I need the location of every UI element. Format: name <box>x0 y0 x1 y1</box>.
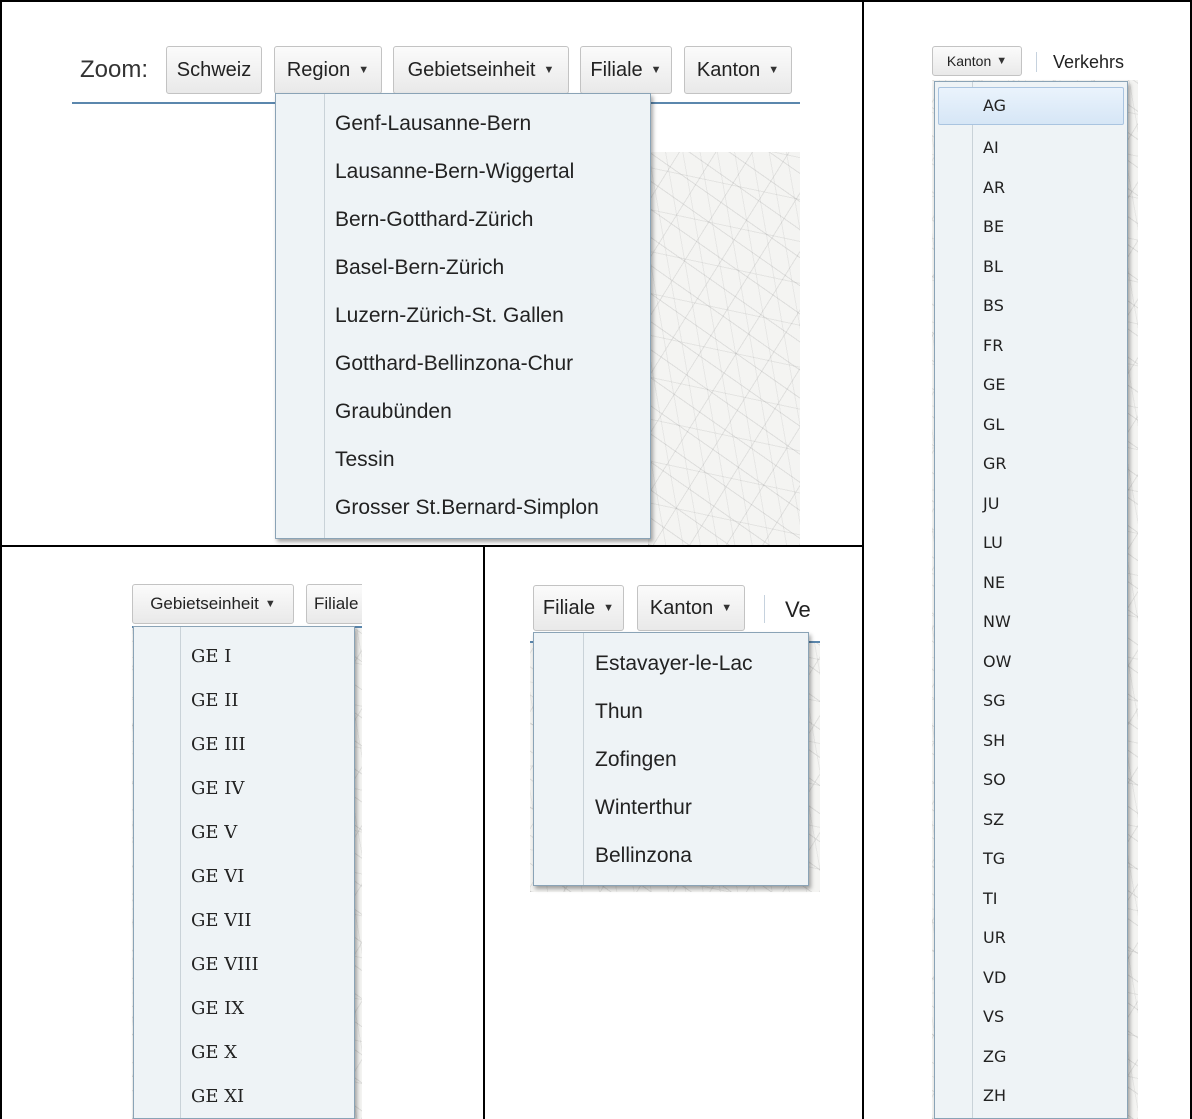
panel-clip-mask <box>362 547 483 1119</box>
kanton-button-label: Kanton <box>649 596 714 619</box>
dropdown-caret-icon: ▼ <box>603 602 615 614</box>
filiale-dropdown-panel: Filiale ▼ Kanton ▼ Ve Estavayer-le-Lac T… <box>485 547 862 1119</box>
kanton-menu-item[interactable]: AR <box>935 178 1127 197</box>
region-menu: Genf-Lausanne-Bern Lausanne-Bern-Wiggert… <box>275 93 651 539</box>
schweiz-button-label: Schweiz <box>176 58 252 81</box>
region-menu-item[interactable]: Gotthard-Bellinzona-Chur <box>276 352 650 376</box>
gebietseinheit-menu-item[interactable]: GE IX <box>134 998 354 1019</box>
region-menu-item[interactable]: Genf-Lausanne-Bern <box>276 112 650 136</box>
kanton-menu-item[interactable]: VD <box>935 968 1127 987</box>
filiale-button-label: Filiale <box>590 58 643 81</box>
kanton-menu-item[interactable]: BS <box>935 296 1127 315</box>
region-menu-item[interactable]: Graubünden <box>276 400 650 424</box>
dropdown-caret-icon: ▼ <box>358 64 370 76</box>
verkehrs-label-truncated: Verkehrs <box>1053 52 1125 72</box>
gebietseinheit-dropdown-panel: Gebietseinheit ▼ Filiale GE I GE II GE I… <box>2 547 483 1119</box>
kanton-menu-item[interactable]: NW <box>935 612 1127 631</box>
kanton-menu-item[interactable]: TI <box>935 889 1127 908</box>
kanton-button[interactable]: Kanton ▼ <box>932 46 1022 76</box>
region-menu-item[interactable]: Basel-Bern-Zürich <box>276 256 650 280</box>
filiale-menu-item[interactable]: Thun <box>534 700 808 724</box>
kanton-button[interactable]: Kanton ▼ <box>637 585 745 631</box>
kanton-menu-item[interactable]: TG <box>935 849 1127 868</box>
region-dropdown-panel: Zoom: Schweiz Region ▼ Gebietseinheit ▼ … <box>2 2 862 545</box>
kanton-menu-item[interactable]: GR <box>935 454 1127 473</box>
map-background <box>648 152 800 545</box>
filiale-menu-item[interactable]: Bellinzona <box>534 844 808 868</box>
kanton-button[interactable]: Kanton ▼ <box>684 46 792 94</box>
panel-clip-mask <box>1138 2 1190 1119</box>
toolbar-separator <box>764 595 765 623</box>
kanton-menu-item[interactable]: VS <box>935 1007 1127 1026</box>
dropdown-caret-icon: ▼ <box>650 64 662 76</box>
kanton-menu-item[interactable]: SG <box>935 691 1127 710</box>
dropdown-caret-icon: ▼ <box>721 602 733 614</box>
dropdown-caret-icon: ▼ <box>264 598 276 610</box>
schweiz-button[interactable]: Schweiz <box>166 46 262 94</box>
kanton-menu-item[interactable]: GL <box>935 415 1127 434</box>
region-button-label: Region <box>286 58 351 81</box>
gebietseinheit-menu-item[interactable]: GE V <box>134 822 354 843</box>
region-button[interactable]: Region ▼ <box>274 46 382 94</box>
kanton-menu-item-selected[interactable]: AG <box>938 87 1124 125</box>
kanton-menu-item[interactable]: NE <box>935 573 1127 592</box>
menu-icon-gutter <box>935 82 973 1118</box>
kanton-menu-item[interactable]: BE <box>935 217 1127 236</box>
kanton-menu: AG AI AR BE BL BS FR GE GL GR JU LU NE N… <box>934 81 1128 1119</box>
verkehrs-label-truncated: Ve <box>785 597 811 622</box>
kanton-menu-item[interactable]: OW <box>935 652 1127 671</box>
gebietseinheit-menu-item[interactable]: GE XI <box>134 1086 354 1107</box>
kanton-menu-item[interactable]: AI <box>935 138 1127 157</box>
filiale-button-label: Filiale <box>314 594 359 613</box>
filiale-button-label: Filiale <box>542 596 596 619</box>
toolbar-separator <box>1036 52 1037 72</box>
gebietseinheit-menu-item[interactable]: GE I <box>134 646 354 667</box>
filiale-menu-item[interactable]: Winterthur <box>534 796 808 820</box>
kanton-menu-item[interactable]: GE <box>935 375 1127 394</box>
kanton-menu-item[interactable]: JU <box>935 494 1127 513</box>
kanton-menu-item[interactable]: SZ <box>935 810 1127 829</box>
kanton-menu-item[interactable]: SH <box>935 731 1127 750</box>
filiale-button[interactable]: Filiale ▼ <box>533 585 624 631</box>
gebietseinheit-menu-item[interactable]: GE II <box>134 690 354 711</box>
zoom-label: Zoom: <box>80 56 149 83</box>
kanton-dropdown-panel: Kanton ▼ Verkehrs AG AI AR BE BL BS FR G… <box>864 2 1190 1119</box>
region-menu-item[interactable]: Luzern-Zürich-St. Gallen <box>276 304 650 328</box>
gebietseinheit-menu-item[interactable]: GE III <box>134 734 354 755</box>
kanton-button-label: Kanton <box>696 58 761 81</box>
gebietseinheit-button-label: Gebietseinheit <box>150 594 259 613</box>
filiale-button[interactable]: Filiale ▼ <box>580 46 672 94</box>
gebietseinheit-menu-item[interactable]: GE IV <box>134 778 354 799</box>
kanton-menu-item[interactable]: ZG <box>935 1047 1127 1066</box>
kanton-menu-item[interactable]: UR <box>935 928 1127 947</box>
gebietseinheit-menu-item[interactable]: GE VI <box>134 866 354 887</box>
dropdown-caret-icon: ▼ <box>996 55 1008 67</box>
gebietseinheit-menu-item[interactable]: GE VII <box>134 910 354 931</box>
dropdown-caret-icon: ▼ <box>768 64 780 76</box>
filiale-menu: Estavayer-le-Lac Thun Zofingen Winterthu… <box>533 632 809 886</box>
gebietseinheit-menu-item[interactable]: GE VIII <box>134 954 354 975</box>
kanton-menu-item[interactable]: LU <box>935 533 1127 552</box>
region-menu-item[interactable]: Tessin <box>276 448 650 472</box>
filiale-menu-item[interactable]: Estavayer-le-Lac <box>534 652 808 676</box>
gebietseinheit-menu: GE I GE II GE III GE IV GE V GE VI GE VI… <box>133 626 355 1119</box>
gebietseinheit-menu-item[interactable]: GE X <box>134 1042 354 1063</box>
region-menu-item[interactable]: Lausanne-Bern-Wiggertal <box>276 160 650 184</box>
gebietseinheit-button[interactable]: Gebietseinheit ▼ <box>393 46 569 94</box>
gebietseinheit-button[interactable]: Gebietseinheit ▼ <box>132 584 294 624</box>
gebietseinheit-button-label: Gebietseinheit <box>407 58 536 81</box>
filiale-menu-item[interactable]: Zofingen <box>534 748 808 772</box>
kanton-button-label: Kanton <box>946 53 992 69</box>
kanton-menu-item[interactable]: FR <box>935 336 1127 355</box>
region-menu-item[interactable]: Bern-Gotthard-Zürich <box>276 208 650 232</box>
region-menu-item[interactable]: Grosser St.Bernard-Simplon <box>276 496 650 520</box>
kanton-menu-item[interactable]: SO <box>935 770 1127 789</box>
kanton-menu-item[interactable]: ZH <box>935 1086 1127 1105</box>
kanton-menu-item[interactable]: BL <box>935 257 1127 276</box>
dropdown-caret-icon: ▼ <box>543 64 555 76</box>
